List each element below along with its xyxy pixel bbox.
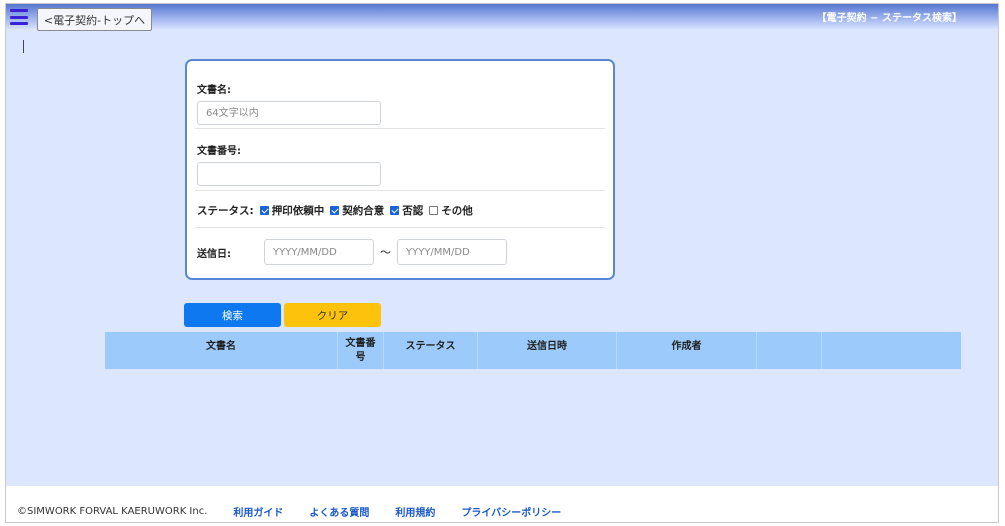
column-header-blank bbox=[757, 332, 822, 369]
send-date-to-input[interactable] bbox=[397, 239, 507, 265]
status-label: ステータス: bbox=[197, 205, 254, 217]
status-option-pending[interactable]: 押印依頼中 bbox=[259, 203, 325, 218]
column-header-status: ステータス bbox=[384, 332, 478, 369]
column-header-doc-name: 文書名 bbox=[105, 332, 338, 369]
doc-number-label: 文書番号: bbox=[197, 146, 241, 157]
column-header-creator: 作成者 bbox=[617, 332, 757, 369]
status-option-label: 契約合意 bbox=[342, 205, 385, 217]
status-option-label: その他 bbox=[441, 205, 473, 217]
checkbox-unchecked-icon[interactable] bbox=[429, 206, 439, 215]
app-window: <電子契約-トップへ 【電子契約 − ステータス検索】 文書名: 文書番号: ス… bbox=[5, 3, 999, 523]
page-title: 【電子契約 − ステータス検索】 bbox=[816, 13, 962, 24]
send-date-from-input[interactable] bbox=[264, 239, 374, 265]
checkbox-checked-icon[interactable] bbox=[259, 206, 269, 215]
doc-name-row: 文書名: bbox=[197, 81, 605, 125]
divider bbox=[195, 190, 605, 191]
status-row: ステータス: 押印依頼中 契約合意 否認 その他 bbox=[197, 203, 605, 218]
status-option-other[interactable]: その他 bbox=[429, 203, 473, 218]
footer: ©SIMWORK FORVAL KAERUWORK Inc. 利用ガイド よくあ… bbox=[6, 486, 998, 522]
column-header-doc-number: 文書番号 bbox=[338, 332, 384, 369]
footer-link-faq[interactable]: よくある質問 bbox=[309, 504, 369, 519]
hamburger-menu-icon[interactable] bbox=[10, 9, 28, 25]
results-table-header: 文書名 文書番号 ステータス 送信日時 作成者 bbox=[105, 332, 961, 369]
doc-number-input[interactable] bbox=[197, 162, 381, 186]
back-to-top-button[interactable]: <電子契約-トップへ bbox=[37, 8, 152, 31]
search-button[interactable]: 検索 bbox=[184, 303, 281, 327]
doc-number-row: 文書番号: bbox=[197, 142, 605, 186]
send-date-row: 送信日: 〜 bbox=[197, 239, 605, 265]
footer-link-terms[interactable]: 利用規約 bbox=[395, 504, 435, 519]
search-form: 文書名: 文書番号: ステータス: 押印依頼中 契約合意 否認 bbox=[185, 59, 615, 280]
text-cursor bbox=[23, 40, 24, 53]
date-range-separator: 〜 bbox=[380, 246, 391, 259]
divider bbox=[195, 227, 605, 228]
send-date-label: 送信日: bbox=[197, 248, 231, 260]
doc-name-input[interactable] bbox=[197, 101, 381, 125]
status-option-label: 否認 bbox=[402, 205, 424, 217]
footer-link-privacy[interactable]: プライバシーポリシー bbox=[461, 504, 561, 519]
column-header-blank bbox=[822, 332, 961, 369]
checkbox-checked-icon[interactable] bbox=[330, 206, 340, 215]
status-option-rejected[interactable]: 否認 bbox=[390, 203, 423, 218]
divider bbox=[195, 128, 605, 129]
column-header-sent-at: 送信日時 bbox=[478, 332, 617, 369]
checkbox-checked-icon[interactable] bbox=[390, 206, 400, 215]
status-option-agreed[interactable]: 契約合意 bbox=[330, 203, 384, 218]
doc-name-label: 文書名: bbox=[197, 85, 231, 96]
footer-link-guide[interactable]: 利用ガイド bbox=[233, 504, 283, 519]
clear-button[interactable]: クリア bbox=[284, 303, 381, 327]
copyright-text: ©SIMWORK FORVAL KAERUWORK Inc. bbox=[17, 505, 208, 517]
status-option-label: 押印依頼中 bbox=[271, 205, 325, 217]
